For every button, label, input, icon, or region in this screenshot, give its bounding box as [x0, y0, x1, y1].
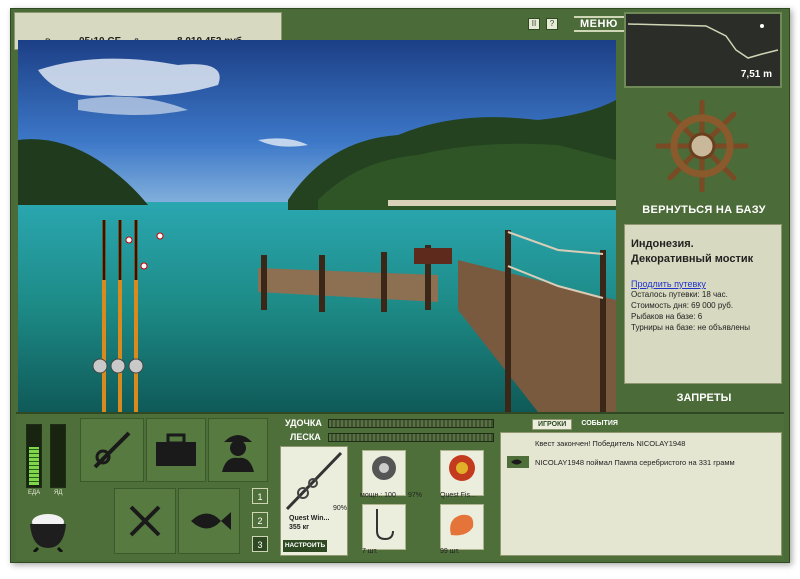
reel-slot[interactable]: [362, 450, 406, 496]
tournaments-status: Турниры на базе: не объявлены: [631, 323, 750, 332]
tackle-box-icon: [156, 433, 196, 466]
tackle-box-button[interactable]: [146, 418, 206, 482]
rod-tool-button[interactable]: [80, 418, 144, 482]
lure-slot[interactable]: [440, 450, 484, 496]
rod-weight: 355 кг: [289, 524, 310, 531]
reel-power: мощн.: 100: [360, 492, 396, 499]
menu-button[interactable]: МЕНЮ: [574, 16, 624, 32]
fish-badge-icon: [507, 456, 529, 468]
location-place: Декоративный мостик: [631, 253, 754, 265]
event-message-catch: NICOLAY1948 поймал Пампа серебристого на…: [535, 457, 735, 467]
lure-name: Quest Fis...: [440, 492, 476, 499]
social-tabs: ИГРОКИ СОБЫТИЯ: [532, 419, 623, 430]
rod-slot-1[interactable]: 1: [252, 488, 268, 504]
bans-button[interactable]: ЗАПРЕТЫ: [626, 392, 782, 404]
location-country: Индонезия.: [631, 238, 694, 250]
rod-tension-bar: [328, 419, 494, 428]
hook-icon: [376, 509, 394, 541]
location-panel: Индонезия. Декоративный мостик Продлить …: [624, 224, 782, 384]
event-message: Квест закончен! Победитель NICOLAY1948: [535, 439, 686, 448]
fish-cage-button[interactable]: [178, 488, 240, 554]
pause-icon[interactable]: II: [528, 18, 540, 30]
fishing-line-spool-icon: [449, 455, 475, 481]
bait-count: 99 шт.: [440, 548, 460, 555]
line-tension-bar: [328, 433, 494, 442]
food-meter-fill: [29, 446, 39, 485]
tune-button[interactable]: НАСТРОИТЬ: [283, 540, 327, 552]
tab-players[interactable]: ИГРОКИ: [532, 419, 573, 430]
depth-value: 7,51 m: [740, 69, 772, 80]
extend-permit-link[interactable]: Продлить путевку: [631, 279, 775, 289]
poison-label: ЯД: [54, 490, 63, 496]
help-icon[interactable]: ?: [546, 18, 558, 30]
day-cost: Стоимость дня: 69 000 руб.: [631, 301, 734, 310]
reel-percent: 97%: [408, 492, 423, 499]
permit-remaining: Осталось путевки: 18 час.: [631, 290, 728, 299]
fishing-scene[interactable]: [18, 40, 616, 412]
bait-slot[interactable]: [440, 504, 484, 550]
fisherman-button[interactable]: [208, 418, 268, 482]
depth-chart: 7,51 m: [624, 12, 782, 88]
rod-slot-3[interactable]: 3: [252, 536, 268, 552]
rod-percent: 90%: [333, 505, 348, 512]
fishers-count: Рыбаков на базе: 6: [631, 312, 703, 321]
food-button[interactable]: [114, 488, 176, 554]
events-feed: Квест закончен! Победитель NICOLAY1948 N…: [500, 432, 782, 556]
return-to-base-button[interactable]: ВЕРНУТЬСЯ НА БАЗУ: [626, 204, 782, 216]
hook-slot[interactable]: [362, 504, 406, 550]
rod-icon: [285, 451, 343, 511]
hooks-count: 7 шт.: [362, 548, 378, 555]
rod-slot-2[interactable]: 2: [252, 512, 268, 528]
fish-icon: [191, 512, 231, 530]
top-controls: II ? МЕНЮ: [528, 14, 624, 34]
shrimp-icon: [450, 514, 474, 536]
line-bar-label: ЛЕСКА: [290, 432, 321, 442]
tab-events[interactable]: СОБЫТИЯ: [576, 419, 623, 430]
poison-meter: [50, 424, 66, 488]
reel-icon: [372, 456, 396, 480]
food-meter: [26, 424, 42, 488]
scene-illustration: [18, 40, 616, 412]
fisherman-icon: [222, 435, 254, 472]
fork-knife-icon: [129, 505, 161, 537]
food-label: ЕДА: [28, 490, 41, 496]
ship-wheel-icon[interactable]: [652, 99, 752, 197]
event-row: NICOLAY1948 поймал Пампа серебристого на…: [507, 456, 775, 468]
cauldron-icon[interactable]: [22, 500, 74, 556]
rod-reel-icon: [93, 431, 131, 469]
rod-name: Quest Win...: [289, 515, 330, 522]
rod-bar-label: УДОЧКА: [285, 418, 322, 428]
